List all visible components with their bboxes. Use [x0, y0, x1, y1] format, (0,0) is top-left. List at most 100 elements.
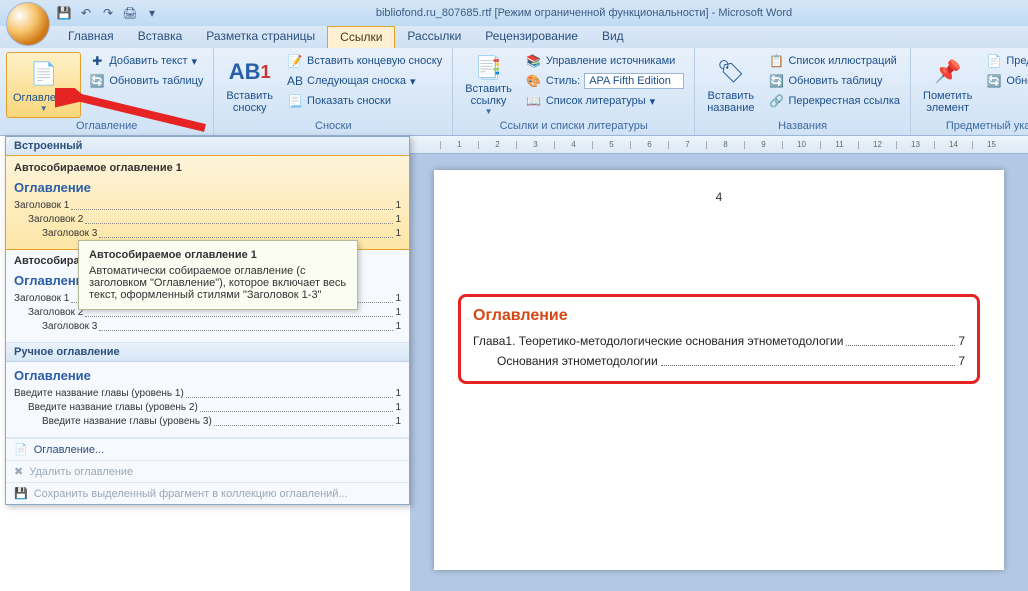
- ruler-tick: 1: [440, 141, 478, 149]
- style-row: 🎨 Стиль: APA Fifth Edition: [522, 72, 688, 90]
- insert-caption-label: Вставить название: [707, 90, 754, 114]
- redo-icon[interactable]: ↷: [100, 5, 116, 21]
- group-index-title: Предметный указат: [917, 119, 1028, 133]
- title-bar: 💾 ↶ ↷ 🖨 ▾ bibliofond.ru_807685.rtf [Режи…: [0, 0, 1028, 26]
- ruler-tick: 13: [896, 141, 934, 149]
- document-page[interactable]: 4 Оглавление Глава1. Теоретико-методолог…: [434, 170, 1004, 570]
- mark-entry-label: Пометить элемент: [923, 90, 972, 114]
- tab-layout[interactable]: Разметка страницы: [194, 26, 327, 48]
- refresh-icon: 🔄: [768, 73, 784, 89]
- ruler-tick: 10: [782, 141, 820, 149]
- crossref-icon: 🔗: [768, 93, 784, 109]
- update-toc-label: Обновить таблицу: [109, 75, 203, 87]
- endnote-icon: 📝: [287, 53, 303, 69]
- citation-icon: 📑: [473, 54, 505, 81]
- print-icon[interactable]: 🖨: [122, 5, 138, 21]
- index-icon: 📄: [986, 53, 1002, 69]
- cross-reference-button[interactable]: 🔗 Перекрестная ссылка: [764, 92, 904, 110]
- qat-more-icon[interactable]: ▾: [144, 5, 160, 21]
- ruler-tick: 4: [554, 141, 592, 149]
- mark-entry-button[interactable]: 📌 Пометить элемент: [917, 52, 978, 118]
- doc-toc-page: 7: [958, 351, 965, 371]
- caption-icon: 🏷: [715, 56, 747, 88]
- toc-icon: 📄: [28, 58, 60, 90]
- chevron-down-icon: ▼: [485, 107, 493, 116]
- gallery-save-selection-label: Сохранить выделенный фрагмент в коллекци…: [34, 488, 348, 500]
- annotation-highlight-box: Оглавление Глава1. Теоретико-методологич…: [458, 294, 980, 384]
- chevron-down-icon: ▼: [40, 104, 48, 113]
- page-number: 4: [458, 190, 980, 204]
- insert-index-label: Предметный: [1006, 55, 1028, 67]
- toc-preview-heading: Оглавление: [14, 368, 401, 383]
- add-text-label: Добавить текст: [109, 55, 187, 67]
- office-button[interactable]: [6, 2, 50, 46]
- manage-sources-icon: 📚: [526, 53, 542, 69]
- show-notes-button[interactable]: 📃 Показать сноски: [283, 92, 446, 110]
- update-index-button[interactable]: 🔄 Обновить: [982, 72, 1028, 90]
- tab-mailings[interactable]: Рассылки: [395, 26, 473, 48]
- refresh-icon: 🔄: [89, 73, 105, 89]
- bibliography-icon: 📖: [526, 93, 542, 109]
- insert-caption-button[interactable]: 🏷 Вставить название: [701, 52, 760, 118]
- chevron-down-icon: ▾: [650, 95, 656, 108]
- mark-entry-icon: 📌: [932, 56, 964, 88]
- refresh-icon: 🔄: [986, 73, 1002, 89]
- ruler-tick: 7: [668, 141, 706, 149]
- gallery-footer: 📄 Оглавление... ✖ Удалить оглавление 💾 С…: [6, 438, 409, 504]
- update-figures-button[interactable]: 🔄 Обновить таблицу: [764, 72, 904, 90]
- gallery-insert-toc-label: Оглавление...: [34, 444, 105, 456]
- group-footnotes: AB1 Вставить сноску 📝 Вставить концевую …: [214, 48, 453, 135]
- footnote-icon: AB1: [234, 56, 266, 88]
- gallery-item-auto1-title: Автособираемое оглавление 1: [14, 162, 401, 174]
- gallery-save-selection: 💾 Сохранить выделенный фрагмент в коллек…: [6, 482, 409, 504]
- gallery-item-manual[interactable]: Оглавление Введите название главы (урове…: [6, 362, 409, 438]
- toc-gallery: Встроенный Автособираемое оглавление 1 О…: [5, 136, 410, 505]
- undo-icon[interactable]: ↶: [78, 5, 94, 21]
- doc-toc-title: Оглавление: [473, 307, 965, 325]
- insert-citation-button[interactable]: 📑 Вставить ссылку ▼: [459, 52, 518, 118]
- horizontal-ruler[interactable]: 1 2 3 4 5 6 7 8 9 10 11 12 13 14 15: [410, 136, 1028, 154]
- insert-index-button[interactable]: 📄 Предметный: [982, 52, 1028, 70]
- style-label: Стиль:: [546, 75, 580, 87]
- insert-endnote-button[interactable]: 📝 Вставить концевую сноску: [283, 52, 446, 70]
- tooltip-title: Автособираемое оглавление 1: [89, 249, 347, 261]
- gallery-item-auto1[interactable]: Автособираемое оглавление 1 Оглавление З…: [5, 155, 410, 250]
- annotation-arrow: [55, 88, 215, 138]
- add-text-button[interactable]: ✚ Добавить текст ▾: [85, 52, 207, 70]
- ruler-tick: 3: [516, 141, 554, 149]
- table-of-figures-button[interactable]: 📋 Список иллюстраций: [764, 52, 904, 70]
- group-citations: 📑 Вставить ссылку ▼ 📚 Управление источни…: [453, 48, 695, 135]
- table-of-figures-label: Список иллюстраций: [788, 55, 896, 67]
- ribbon-tabs: Главная Вставка Разметка страницы Ссылки…: [0, 26, 1028, 48]
- group-captions: 🏷 Вставить название 📋 Список иллюстраций…: [695, 48, 911, 135]
- ruler-tick: 8: [706, 141, 744, 149]
- gallery-insert-toc[interactable]: 📄 Оглавление...: [6, 438, 409, 460]
- tab-insert[interactable]: Вставка: [126, 26, 195, 48]
- insert-endnote-label: Вставить концевую сноску: [307, 55, 442, 67]
- bibliography-label: Список литературы: [546, 95, 646, 107]
- show-notes-label: Показать сноски: [307, 95, 391, 107]
- bibliography-button[interactable]: 📖 Список литературы ▾: [522, 92, 688, 110]
- tooltip: Автособираемое оглавление 1 Автоматическ…: [78, 240, 358, 310]
- chevron-down-icon: ▾: [410, 75, 416, 88]
- tab-view[interactable]: Вид: [590, 26, 636, 48]
- insert-footnote-button[interactable]: AB1 Вставить сноску: [220, 52, 279, 118]
- toc-dialog-icon: 📄: [14, 443, 28, 456]
- group-captions-title: Названия: [701, 119, 904, 133]
- save-selection-icon: 💾: [14, 487, 28, 500]
- save-icon[interactable]: 💾: [56, 5, 72, 21]
- doc-toc-page: 7: [958, 331, 965, 351]
- update-figures-label: Обновить таблицу: [788, 75, 882, 87]
- tab-review[interactable]: Рецензирование: [473, 26, 590, 48]
- next-footnote-label: Следующая сноска: [307, 75, 406, 87]
- ruler-tick: 9: [744, 141, 782, 149]
- style-combo[interactable]: APA Fifth Edition: [584, 73, 684, 89]
- insert-footnote-label: Вставить сноску: [226, 90, 273, 114]
- gallery-remove-toc-label: Удалить оглавление: [29, 466, 133, 478]
- tab-references[interactable]: Ссылки: [327, 26, 395, 48]
- next-footnote-button[interactable]: AB Следующая сноска ▾: [283, 72, 446, 90]
- ruler-tick: 2: [478, 141, 516, 149]
- tab-home[interactable]: Главная: [56, 26, 126, 48]
- manage-sources-button[interactable]: 📚 Управление источниками: [522, 52, 688, 70]
- toc-preview-heading: Оглавление: [14, 180, 401, 195]
